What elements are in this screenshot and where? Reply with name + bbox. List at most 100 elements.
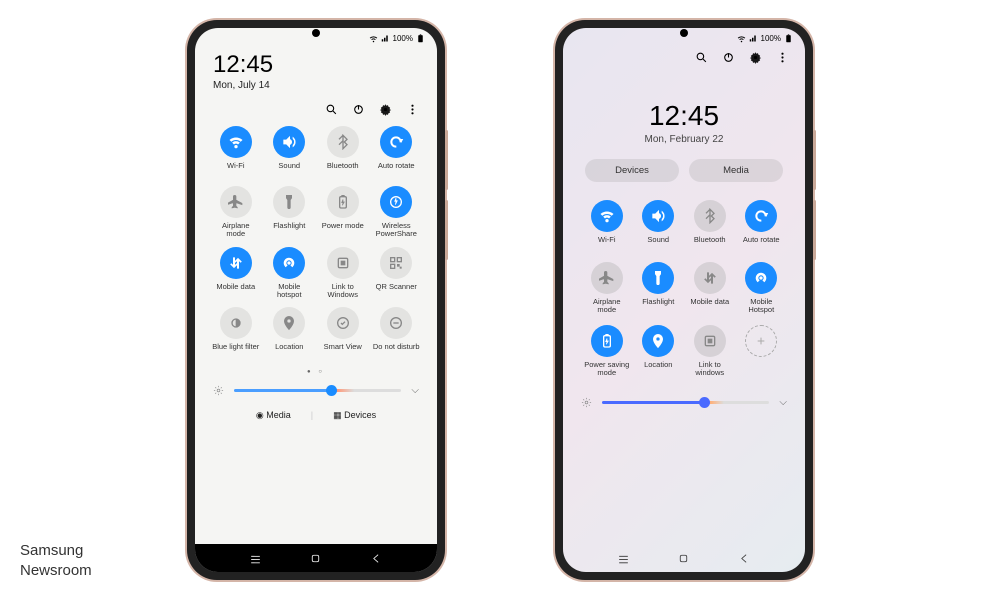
mobiledata-icon[interactable] <box>694 262 726 294</box>
tile-label: Sound <box>278 162 300 178</box>
home-button[interactable] <box>677 552 690 565</box>
smartview-icon[interactable] <box>327 307 359 339</box>
airplane-icon[interactable] <box>591 262 623 294</box>
tile-dnd[interactable]: Do not disturb <box>370 307 424 359</box>
sound-icon[interactable] <box>273 126 305 158</box>
hotspot-icon[interactable] <box>745 262 777 294</box>
devices-button[interactable]: ▦ Devices <box>333 410 376 421</box>
more-icon[interactable] <box>406 103 419 116</box>
tile-rotate[interactable]: Auto rotate <box>736 200 788 252</box>
dnd-icon[interactable] <box>380 307 412 339</box>
tile-link[interactable]: Link to Windows <box>316 247 370 300</box>
media-button[interactable]: ◉ Media <box>256 410 291 421</box>
battery-text: 100% <box>761 34 781 43</box>
power-icon[interactable] <box>352 103 365 116</box>
brightness-slider[interactable] <box>602 401 769 404</box>
signal-icon <box>749 34 758 43</box>
brightness-row: ⌵ <box>563 391 805 414</box>
powershare-icon[interactable] <box>380 186 412 218</box>
location-icon[interactable] <box>273 307 305 339</box>
tile-wifi[interactable]: Wi-Fi <box>581 200 633 252</box>
tile-wifi[interactable]: Wi-Fi <box>209 126 263 178</box>
tile-location[interactable]: Location <box>263 307 317 359</box>
search-icon[interactable] <box>695 51 708 64</box>
slider-thumb[interactable] <box>326 385 337 396</box>
recents-button[interactable] <box>617 552 630 565</box>
settings-icon[interactable] <box>749 51 762 64</box>
location-icon[interactable] <box>642 325 674 357</box>
settings-icon[interactable] <box>379 103 392 116</box>
powermode-icon[interactable] <box>327 186 359 218</box>
bluelight-icon[interactable] <box>220 307 252 339</box>
tile-powershare[interactable]: Wireless PowerShare <box>370 186 424 239</box>
more-icon[interactable] <box>776 51 789 64</box>
link-icon[interactable] <box>327 247 359 279</box>
media-pill[interactable]: Media <box>689 159 783 182</box>
qr-icon[interactable] <box>380 247 412 279</box>
home-button[interactable] <box>309 552 322 565</box>
brightness-icon <box>213 385 224 396</box>
slider-thumb[interactable] <box>699 397 710 408</box>
tile-qr[interactable]: QR Scanner <box>370 247 424 300</box>
tile-rotate[interactable]: Auto rotate <box>370 126 424 178</box>
back-button[interactable] <box>738 552 751 565</box>
bluetooth-icon[interactable] <box>694 200 726 232</box>
sound-icon[interactable] <box>642 200 674 232</box>
tile-flashlight[interactable]: Flashlight <box>263 186 317 239</box>
flashlight-icon[interactable] <box>273 186 305 218</box>
tile-powermode[interactable]: Power mode <box>316 186 370 239</box>
tile-sound[interactable]: Sound <box>263 126 317 178</box>
chevron-down-icon[interactable]: ⌵ <box>411 385 419 396</box>
camera-cutout <box>312 29 320 37</box>
tile-label: Link to Windows <box>319 283 367 300</box>
quick-settings-grid: Wi-Fi Sound BluetoothAuto rotate Airplane m… <box>563 198 805 379</box>
rotate-icon[interactable] <box>745 200 777 232</box>
link-icon[interactable] <box>694 325 726 357</box>
tile-airplane[interactable]: Airplane mode <box>209 186 263 239</box>
tile-sound[interactable]: Sound <box>633 200 685 252</box>
wifi-icon[interactable] <box>591 200 623 232</box>
bottom-bar: ◉ Media | ▦ Devices <box>195 402 437 427</box>
powermode-icon[interactable] <box>591 325 623 357</box>
tile-label: Link to windows <box>686 361 734 378</box>
tile-label: Wi-Fi <box>598 236 616 252</box>
tile-smartview[interactable]: Smart View <box>316 307 370 359</box>
tile-hotspot[interactable]: Mobile Hotspot <box>736 262 788 315</box>
airplane-icon[interactable] <box>220 186 252 218</box>
power-icon[interactable] <box>722 51 735 64</box>
tile-bluetooth[interactable]: Bluetooth <box>684 200 736 252</box>
hotspot-icon[interactable] <box>273 247 305 279</box>
tile-mobiledata[interactable]: Mobile data <box>684 262 736 315</box>
tile-powermode[interactable]: Power saving mode <box>581 325 633 378</box>
wifi-icon[interactable] <box>220 126 252 158</box>
wifi-status-icon <box>737 34 746 43</box>
tile-location[interactable]: Location <box>633 325 685 378</box>
chevron-down-icon[interactable]: ⌵ <box>779 397 787 408</box>
tile-airplane[interactable]: Airplane mode <box>581 262 633 315</box>
mobiledata-icon[interactable] <box>220 247 252 279</box>
rotate-icon[interactable] <box>380 126 412 158</box>
tile-label: Mobile data <box>216 283 255 299</box>
tile-mobiledata[interactable]: Mobile data <box>209 247 263 300</box>
tile-link[interactable]: Link to windows <box>684 325 736 378</box>
search-icon[interactable] <box>325 103 338 116</box>
tile-bluetooth[interactable]: Bluetooth <box>316 126 370 178</box>
brightness-row: ⌵ <box>195 379 437 402</box>
tile-bluelight[interactable]: Blue light filter <box>209 307 263 359</box>
flashlight-icon[interactable] <box>642 262 674 294</box>
back-button[interactable] <box>370 552 383 565</box>
tile-label: Auto rotate <box>378 162 415 178</box>
add-icon[interactable] <box>745 325 777 357</box>
tile-flashlight[interactable]: Flashlight <box>633 262 685 315</box>
recents-button[interactable] <box>249 552 262 565</box>
clock-time: 12:45 <box>213 51 419 79</box>
tile-add[interactable] <box>736 325 788 378</box>
tile-label: Mobile data <box>690 298 729 314</box>
tile-hotspot[interactable]: Mobile hotspot <box>263 247 317 300</box>
tile-label: Sound <box>647 236 669 252</box>
bluetooth-icon[interactable] <box>327 126 359 158</box>
devices-pill[interactable]: Devices <box>585 159 679 182</box>
nav-bar <box>563 544 805 572</box>
pills-row: Devices Media <box>563 159 805 198</box>
brightness-slider[interactable] <box>234 389 401 392</box>
